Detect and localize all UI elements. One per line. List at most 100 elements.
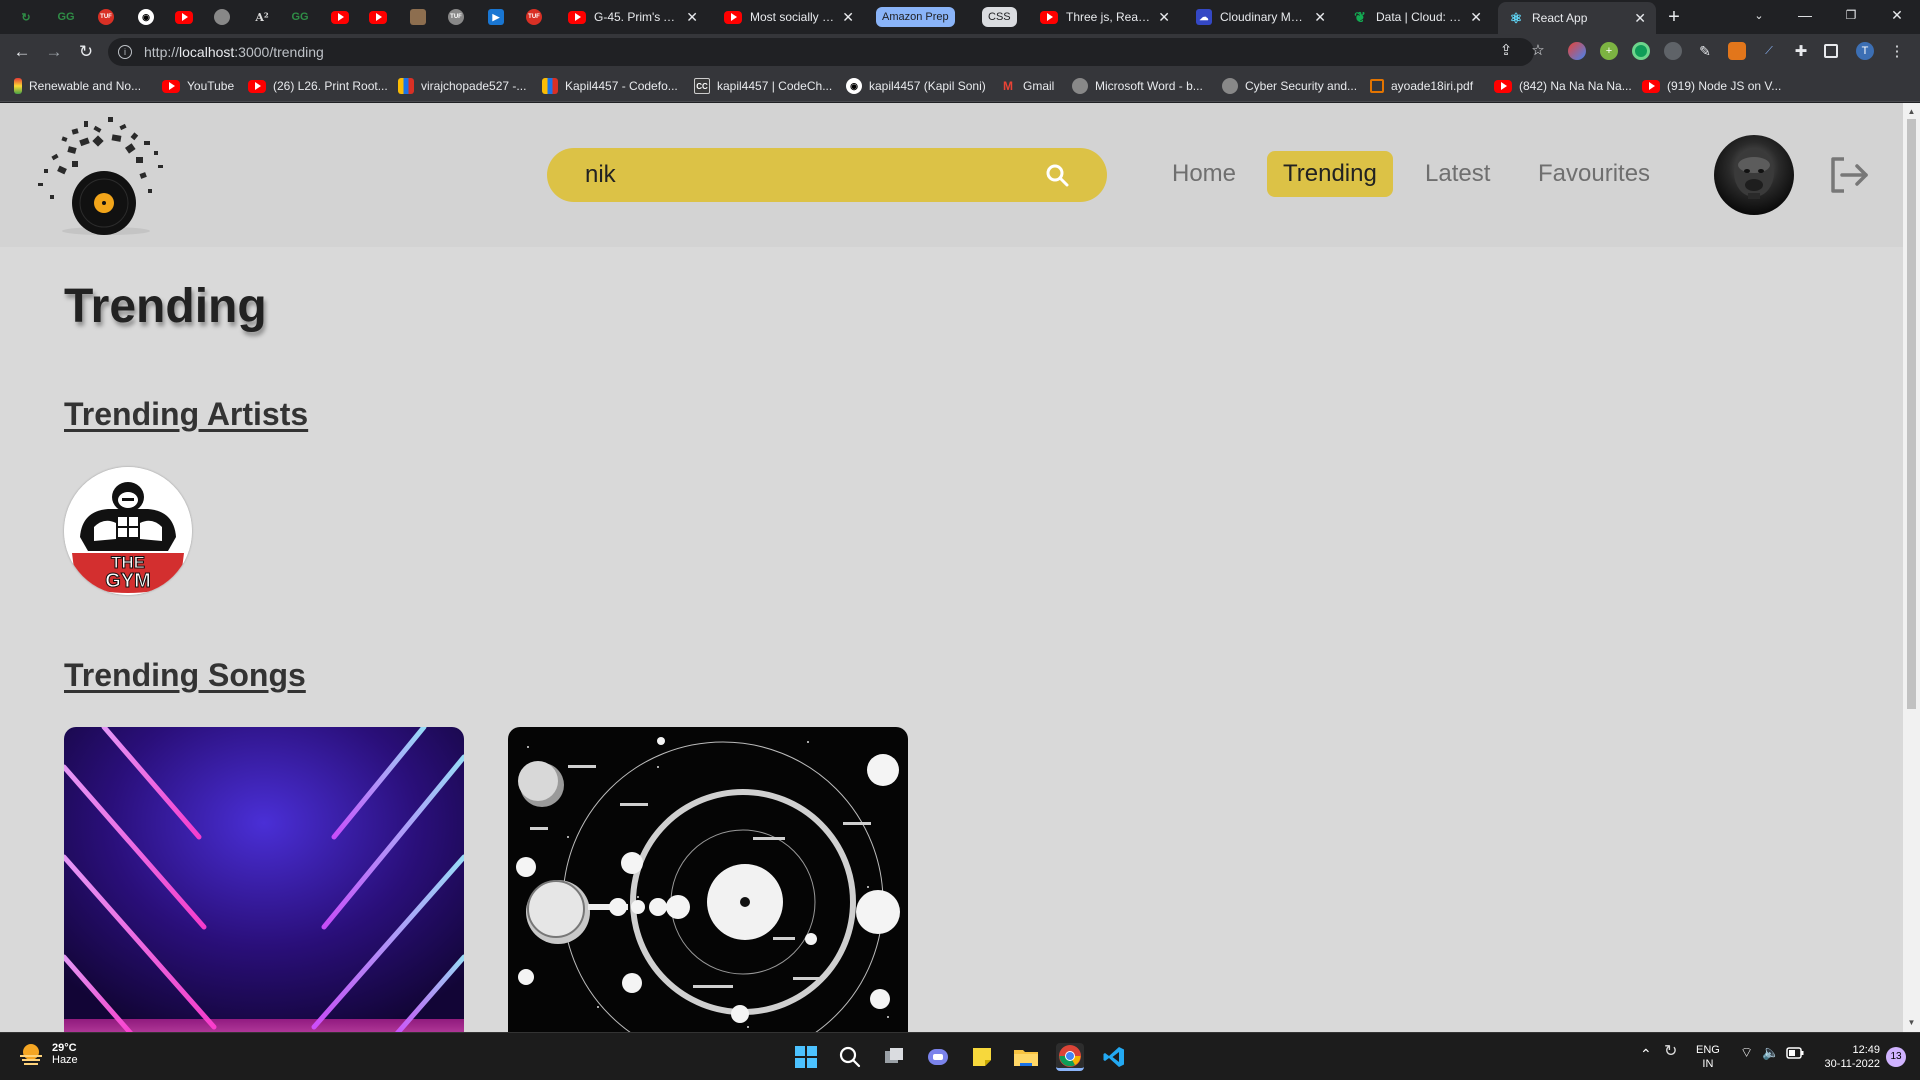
search-input[interactable]	[585, 161, 1025, 189]
address-bar[interactable]: i http://localhost:3000/trending	[108, 38, 1534, 66]
close-tab-icon[interactable]: ✕	[1314, 9, 1326, 26]
extension-icon[interactable]	[1632, 42, 1650, 60]
back-button[interactable]: ←	[10, 40, 34, 64]
extension-icon[interactable]: +	[1600, 42, 1618, 60]
nav-trending-link[interactable]: Trending	[1267, 151, 1393, 197]
pinned-tab[interactable]	[208, 6, 236, 28]
metamask-icon[interactable]	[1728, 42, 1746, 60]
bookmark-item[interactable]: (26) L26. Print Root...	[248, 77, 388, 95]
chrome-icon[interactable]	[1056, 1043, 1084, 1071]
pinned-tab[interactable]: TUF	[520, 6, 548, 28]
bookmark-item[interactable]: (842) Na Na Na Na...	[1494, 77, 1632, 95]
search-bar[interactable]	[547, 148, 1107, 202]
bookmark-item[interactable]: M Gmail	[1000, 77, 1054, 95]
sync-icon[interactable]: ↻	[1664, 1044, 1677, 1060]
share-icon[interactable]: ⇪	[1496, 40, 1516, 60]
tab-group-chip[interactable]: CSS	[982, 7, 1017, 27]
search-icon[interactable]	[836, 1043, 864, 1071]
haze-sun-icon	[20, 1044, 42, 1065]
tab[interactable]: Most socially dist ✕	[714, 4, 864, 30]
page-scrollbar[interactable]: ▲ ▼	[1903, 103, 1920, 1032]
extension-icon[interactable]	[1664, 42, 1682, 60]
restore-button[interactable]: ❐	[1828, 0, 1874, 30]
pinned-tab[interactable]: ◉	[132, 6, 160, 28]
minimize-button[interactable]: —	[1782, 0, 1828, 30]
task-view-icon[interactable]	[880, 1043, 908, 1071]
vinyl-logo-icon[interactable]	[28, 107, 184, 239]
pinned-tab[interactable]	[326, 6, 354, 28]
windows-start-icon[interactable]	[792, 1043, 820, 1071]
song-card[interactable]	[508, 727, 908, 1032]
logout-icon[interactable]	[1828, 155, 1870, 195]
nav-favourites-link[interactable]: Favourites	[1522, 151, 1666, 197]
bookmark-item[interactable]: Renewable and No...	[14, 77, 141, 95]
nav-home-link[interactable]: Home	[1156, 151, 1252, 197]
pinned-tab[interactable]	[404, 6, 432, 28]
bookmark-item[interactable]: (919) Node JS on V...	[1642, 77, 1781, 95]
wifi-icon[interactable]: ⌔	[1740, 1045, 1753, 1059]
close-tab-icon[interactable]: ✕	[686, 9, 698, 26]
user-avatar[interactable]	[1714, 135, 1794, 215]
pinned-tab[interactable]: ▶	[482, 6, 510, 28]
new-tab-button[interactable]: +	[1662, 6, 1686, 28]
tab[interactable]: ❦ Data | Cloud: Mo ✕	[1342, 4, 1492, 30]
close-tab-icon[interactable]: ✕	[1158, 9, 1170, 26]
bookmark-item[interactable]: CC kapil4457 | CodeCh...	[694, 77, 832, 95]
bookmark-item[interactable]: ayoade18iri.pdf	[1370, 77, 1473, 95]
pinned-tab[interactable]: A²	[248, 6, 276, 28]
scroll-down-arrow-icon[interactable]: ▼	[1907, 1017, 1916, 1027]
file-explorer-icon[interactable]	[1012, 1043, 1040, 1071]
close-tab-icon[interactable]: ✕	[1634, 10, 1646, 27]
weather-widget[interactable]: 29°C Haze	[18, 1041, 78, 1067]
extension-icon[interactable]: ⟋	[1760, 42, 1778, 60]
battery-icon[interactable]	[1786, 1047, 1804, 1063]
sticky-notes-icon[interactable]	[968, 1043, 996, 1071]
profile-icon[interactable]: T	[1856, 42, 1874, 60]
search-icon[interactable]	[1045, 163, 1069, 187]
bookmark-item[interactable]: Microsoft Word - b...	[1072, 77, 1203, 95]
close-window-button[interactable]: ✕	[1874, 0, 1920, 30]
pinned-tab[interactable]: TUF	[92, 6, 120, 28]
bookmark-item[interactable]: virajchopade527 -...	[398, 77, 526, 95]
extensions-puzzle-icon[interactable]: ✚	[1792, 42, 1810, 60]
side-panel-icon[interactable]	[1824, 44, 1838, 58]
song-card[interactable]	[64, 727, 464, 1032]
menu-kebab-icon[interactable]: ⋮	[1888, 42, 1906, 60]
bookmark-item[interactable]: YouTube	[162, 77, 234, 95]
tab[interactable]: ☁ Cloudinary Mana ✕	[1186, 4, 1336, 30]
bookmark-item[interactable]: ◉ kapil4457 (Kapil Soni)	[846, 77, 986, 95]
artist-avatar[interactable]: THE GYM	[64, 467, 192, 595]
vscode-icon[interactable]	[1100, 1043, 1128, 1071]
pinned-tab[interactable]: ↻	[12, 6, 40, 28]
pinned-tab[interactable]: GG	[52, 6, 80, 28]
language-indicator[interactable]: ENG IN	[1696, 1043, 1720, 1071]
close-tab-icon[interactable]: ✕	[1470, 9, 1482, 26]
scroll-up-arrow-icon[interactable]: ▲	[1907, 106, 1916, 116]
tab-group-chip[interactable]: Amazon Prep	[876, 7, 955, 27]
scrollbar-thumb[interactable]	[1907, 119, 1916, 709]
tab-active[interactable]: ⚛ React App ✕	[1498, 2, 1656, 34]
tab[interactable]: Three js, React Th ✕	[1030, 4, 1180, 30]
tab-search-button[interactable]: ⌄	[1736, 0, 1782, 30]
tab[interactable]: G-45. Prim's Algo ✕	[558, 4, 708, 30]
teams-chat-icon[interactable]	[924, 1043, 952, 1071]
bookmark-item[interactable]: Cyber Security and...	[1222, 77, 1357, 95]
pinned-tab[interactable]: TUF	[442, 6, 470, 28]
reload-button[interactable]: ↻	[74, 40, 98, 64]
pen-icon[interactable]: ✎	[1696, 42, 1714, 60]
bookmark-item[interactable]: Kapil4457 - Codefo...	[542, 77, 678, 95]
volume-icon[interactable]: 🔈	[1762, 1045, 1779, 1059]
clock[interactable]: 12:49 30-11-2022	[1812, 1043, 1880, 1071]
pinned-tab[interactable]	[170, 6, 198, 28]
bookmark-star-icon[interactable]: ☆	[1528, 40, 1548, 60]
pinned-tab[interactable]	[364, 6, 392, 28]
notification-badge[interactable]: 13	[1886, 1047, 1906, 1067]
github-icon: ◉	[846, 78, 862, 94]
nav-latest-link[interactable]: Latest	[1409, 151, 1506, 197]
close-tab-icon[interactable]: ✕	[842, 9, 854, 26]
tray-overflow-chevron-icon[interactable]: ⌃	[1640, 1047, 1652, 1061]
extension-icon[interactable]	[1568, 42, 1586, 60]
forward-button[interactable]: →	[42, 40, 66, 64]
pinned-tab[interactable]: GG	[286, 6, 314, 28]
site-info-icon[interactable]: i	[118, 45, 132, 59]
